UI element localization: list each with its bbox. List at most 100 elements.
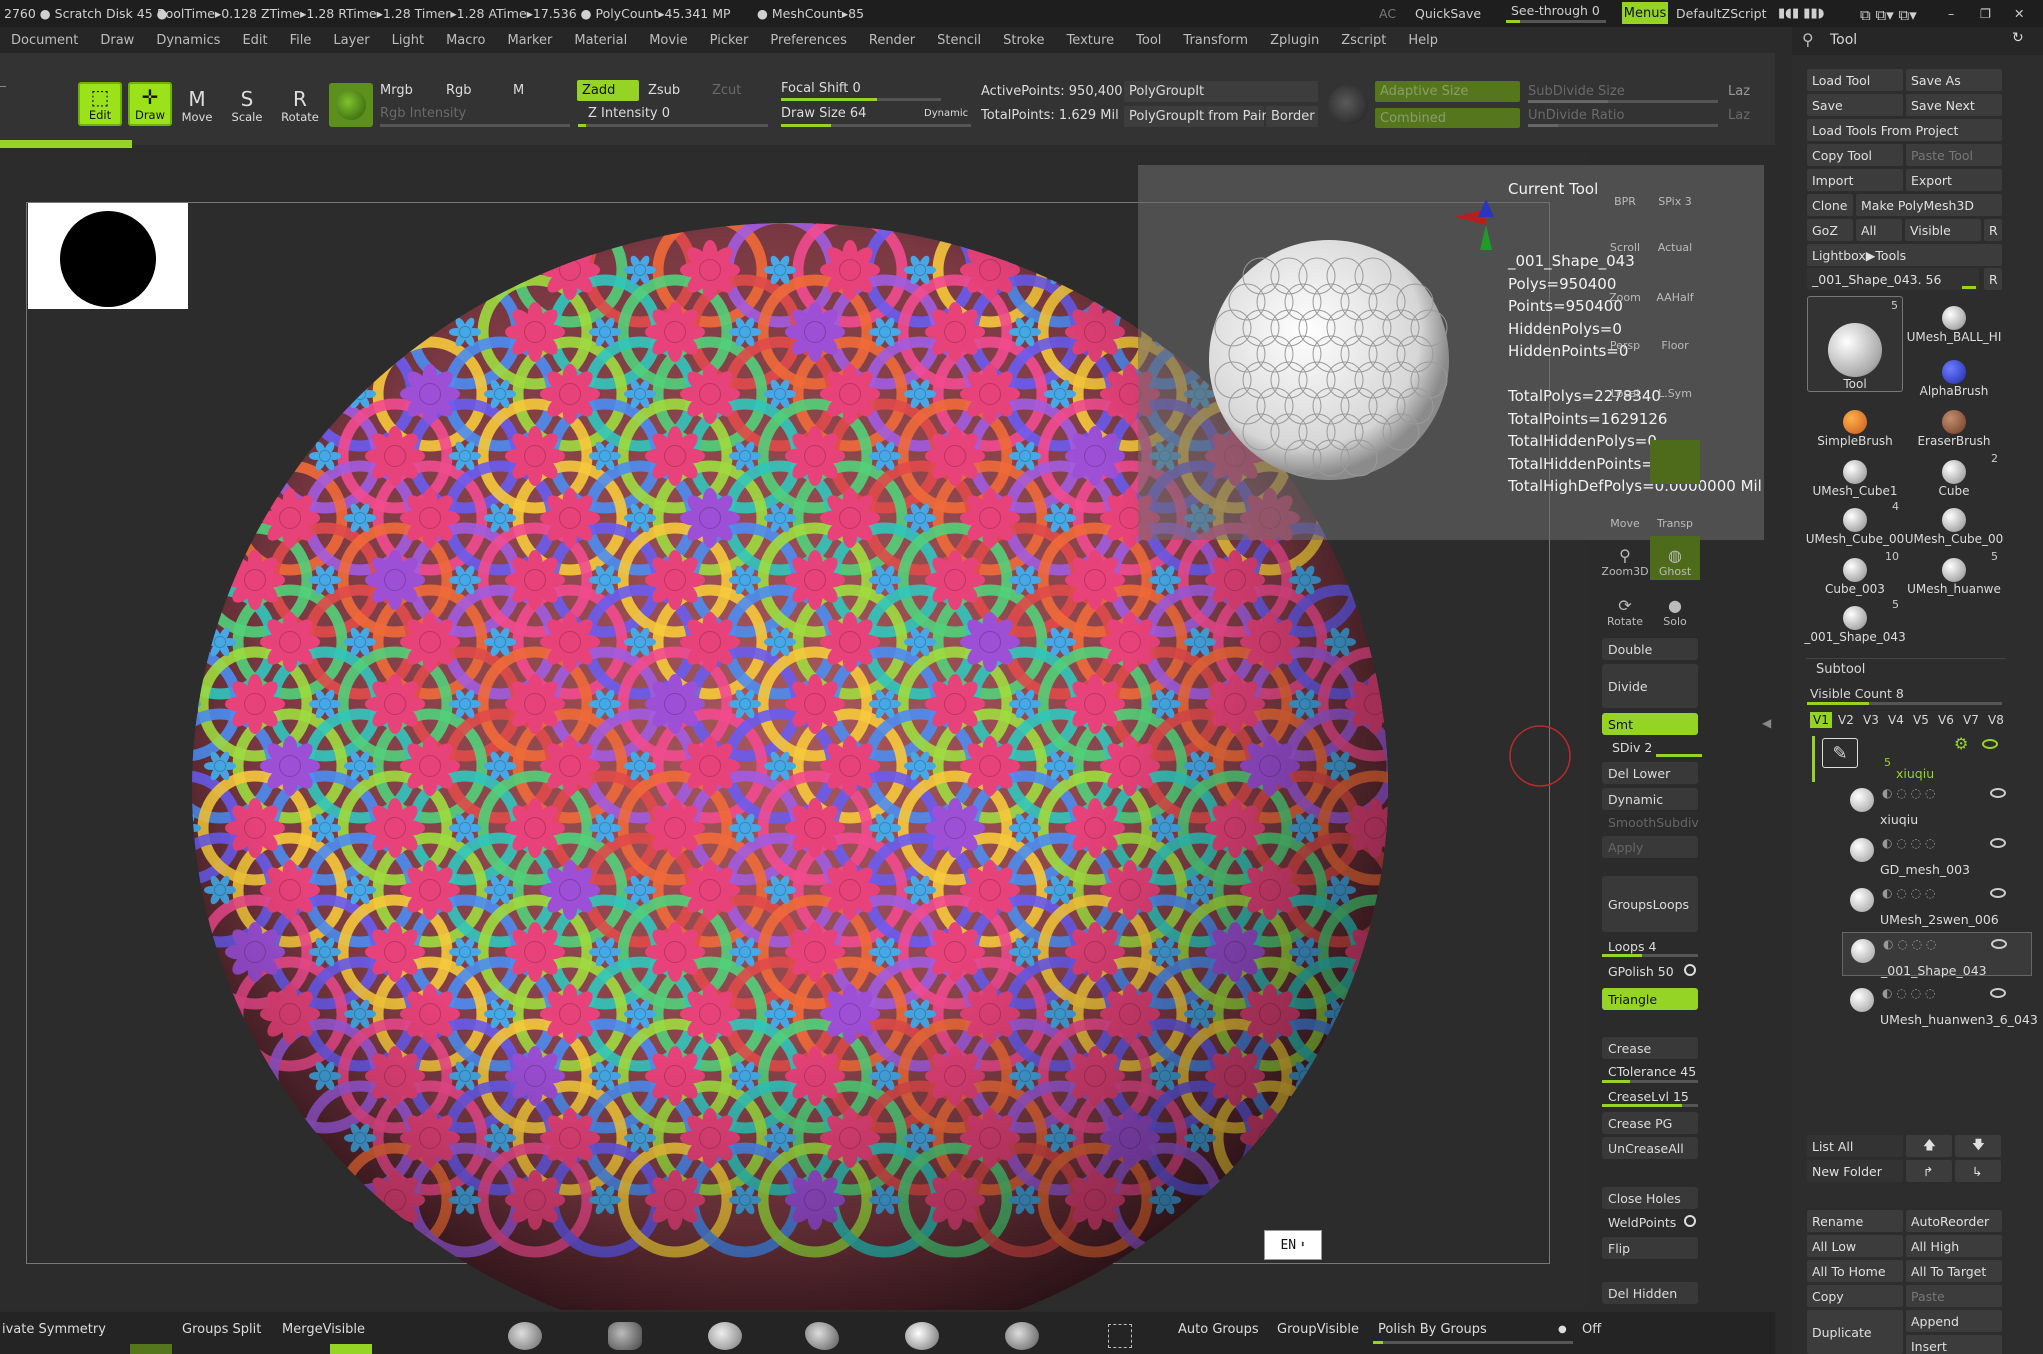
spix-slider[interactable]: SPix 3 — [1650, 166, 1700, 210]
auto-reorder-button[interactable]: AutoReorder — [1906, 1210, 2002, 1232]
group-visible-button[interactable]: GroupVisible — [1277, 1322, 1359, 1337]
all-high-button[interactable]: All High — [1906, 1235, 2002, 1257]
subdivide-size-slider[interactable]: SubDivide Size — [1528, 84, 1625, 99]
mrgb-button[interactable]: Mrgb — [380, 83, 413, 98]
move-button[interactable]: M Move — [175, 82, 219, 126]
all-to-home-button[interactable]: All To Home — [1807, 1260, 1903, 1282]
ctolerance-slider[interactable]: CTolerance 45 — [1602, 1060, 1698, 1082]
menu-preferences[interactable]: Preferences — [759, 33, 857, 48]
menu-tool[interactable]: Tool — [1125, 33, 1172, 48]
move-into-button[interactable]: ↱ — [1906, 1160, 1952, 1182]
current-tool-track[interactable] — [1962, 286, 1976, 289]
tool-thumb[interactable]: EraserBrush — [1906, 400, 2002, 448]
draw-button[interactable]: ✛ Draw — [128, 82, 172, 126]
menu-zplugin[interactable]: Zplugin — [1259, 33, 1330, 48]
smt-toggle[interactable]: Smt — [1602, 713, 1698, 735]
focal-shift-track[interactable] — [781, 98, 941, 101]
triangle-toggle[interactable]: Triangle — [1602, 988, 1698, 1010]
pin-icon[interactable]: ⚲ — [1802, 30, 1814, 49]
border-button[interactable]: Border — [1266, 106, 1318, 127]
see-through-track[interactable] — [1506, 20, 1606, 23]
dynamic-toggle[interactable]: Dynamic — [924, 108, 968, 119]
tool-thumb[interactable]: _001_Shape_043 5 — [1804, 596, 1905, 644]
version-tab-v5[interactable]: V5 — [1910, 712, 1932, 728]
polish-by-groups-track[interactable] — [1373, 1341, 1573, 1344]
copy-subtool-button[interactable]: Copy — [1807, 1285, 1903, 1307]
lazy-mouse-label[interactable]: Laz — [1728, 84, 1750, 99]
zadd-button[interactable]: Zadd — [577, 80, 639, 101]
tool-thumb[interactable]: UMesh_huanwe 5 — [1906, 548, 2002, 596]
default-zscript-button[interactable]: DefaultZScript — [1676, 6, 1767, 21]
crease-pg-button[interactable]: Crease PG — [1602, 1112, 1698, 1134]
paste-subtool-button[interactable]: Paste — [1906, 1285, 2002, 1307]
clone-button[interactable]: Clone — [1807, 194, 1853, 216]
zoom3d-button[interactable]: ⚲ Zoom3D — [1600, 536, 1650, 580]
bottom-green-tab-2[interactable] — [330, 1344, 372, 1354]
version-tab-v6[interactable]: V6 — [1935, 712, 1957, 728]
menu-transform[interactable]: Transform — [1172, 33, 1259, 48]
list-all-button[interactable]: List All — [1807, 1135, 1903, 1157]
zoom-button[interactable]: Zoom — [1600, 262, 1650, 306]
rgb-intensity-slider[interactable]: Rgb Intensity — [380, 106, 466, 121]
dynamesh-icon[interactable] — [1328, 85, 1368, 125]
crease-button[interactable]: Crease — [1602, 1037, 1698, 1059]
window-icons[interactable]: ⧉ ⧉▾ ⧉▾ — [1860, 6, 1917, 24]
move-view-button[interactable]: Move — [1600, 488, 1650, 532]
insert-button[interactable]: Insert — [1906, 1335, 2002, 1354]
polygroupit-from-paint-button[interactable]: PolyGroupIt from Pain — [1124, 106, 1270, 127]
rotate-button[interactable]: R Rotate — [278, 82, 322, 126]
floor-button[interactable]: Floor — [1650, 310, 1700, 354]
subtool-toggle-icons[interactable]: ◐ ◌ ◌ ◌ — [1883, 937, 1936, 951]
folder-icon[interactable]: ✎ — [1822, 738, 1858, 768]
lightbox-tools-button[interactable]: Lightbox▶Tools — [1807, 244, 2002, 266]
version-tab-v4[interactable]: V4 — [1885, 712, 1907, 728]
menu-picker[interactable]: Picker — [699, 33, 760, 48]
subtool-header[interactable]: Subtool — [1816, 662, 1865, 677]
menu-zscript[interactable]: Zscript — [1330, 33, 1397, 48]
transp-button[interactable]: Transp — [1650, 488, 1700, 532]
solo-button[interactable]: ● Solo — [1650, 586, 1700, 630]
menu-help[interactable]: Help — [1397, 33, 1449, 48]
bpr-button[interactable]: BPR — [1600, 166, 1650, 210]
apply-button[interactable]: Apply — [1602, 836, 1698, 858]
tool-thumb[interactable]: UMesh_BALL_HI — [1906, 296, 2002, 344]
subtool-eye-icon[interactable] — [1990, 888, 2006, 898]
menu-light[interactable]: Light — [381, 33, 435, 48]
goz-button[interactable]: GoZ — [1807, 219, 1853, 241]
quicksave-button[interactable]: QuickSave — [1415, 6, 1481, 21]
menu-draw[interactable]: Draw — [89, 33, 145, 48]
inflate-brush-icon[interactable] — [905, 1322, 939, 1350]
make-polymesh3d-button[interactable]: Make PolyMesh3D — [1856, 194, 2002, 216]
ctolerance-track[interactable] — [1602, 1080, 1698, 1083]
tool-thumb[interactable]: UMesh_Cube_00 — [1905, 498, 2003, 546]
groups-loops-button[interactable]: GroupsLoops — [1602, 876, 1698, 932]
move-up-button[interactable]: 🡅 — [1906, 1135, 1952, 1157]
menu-stroke[interactable]: Stroke — [992, 33, 1055, 48]
zcut-button[interactable]: Zcut — [712, 83, 741, 98]
goz-r-button[interactable]: R — [1984, 219, 2002, 241]
del-hidden-button[interactable]: Del Hidden — [1602, 1282, 1698, 1304]
version-tab-v7[interactable]: V7 — [1960, 712, 1982, 728]
subtool-toggle-icons[interactable]: ◐ ◌ ◌ ◌ — [1882, 786, 1935, 800]
groups-split-button[interactable]: Groups Split — [182, 1322, 261, 1337]
combined-toggle[interactable]: Combined — [1375, 108, 1520, 128]
menu-marker[interactable]: Marker — [496, 33, 563, 48]
import-button[interactable]: Import — [1807, 169, 1903, 191]
append-button[interactable]: Append — [1906, 1310, 2002, 1332]
load-tools-from-project-button[interactable]: Load Tools From Project — [1807, 119, 2002, 141]
current-tool-r-button[interactable]: R — [1984, 268, 2002, 290]
subtool-toggle-icons[interactable]: ◐ ◌ ◌ ◌ — [1882, 886, 1935, 900]
folder-name[interactable]: xiuqiu — [1896, 766, 1934, 781]
maximize-icon[interactable]: ❐ — [1980, 6, 1991, 21]
save-button[interactable]: Save — [1807, 94, 1903, 116]
subtool-eye-icon[interactable] — [1990, 838, 2006, 848]
creaselvl-track[interactable] — [1602, 1104, 1698, 1107]
rename-button[interactable]: Rename — [1807, 1210, 1903, 1232]
tool-thumb[interactable]: Cube_003 10 — [1807, 548, 1903, 596]
version-tab-v2[interactable]: V2 — [1835, 712, 1857, 728]
minimize-icon[interactable]: – — [1948, 6, 1954, 21]
close-holes-button[interactable]: Close Holes — [1602, 1187, 1698, 1209]
focal-shift-slider[interactable]: Focal Shift 0 — [781, 81, 861, 96]
draw-size-track[interactable] — [781, 124, 971, 127]
z-intensity-track[interactable] — [578, 124, 768, 127]
